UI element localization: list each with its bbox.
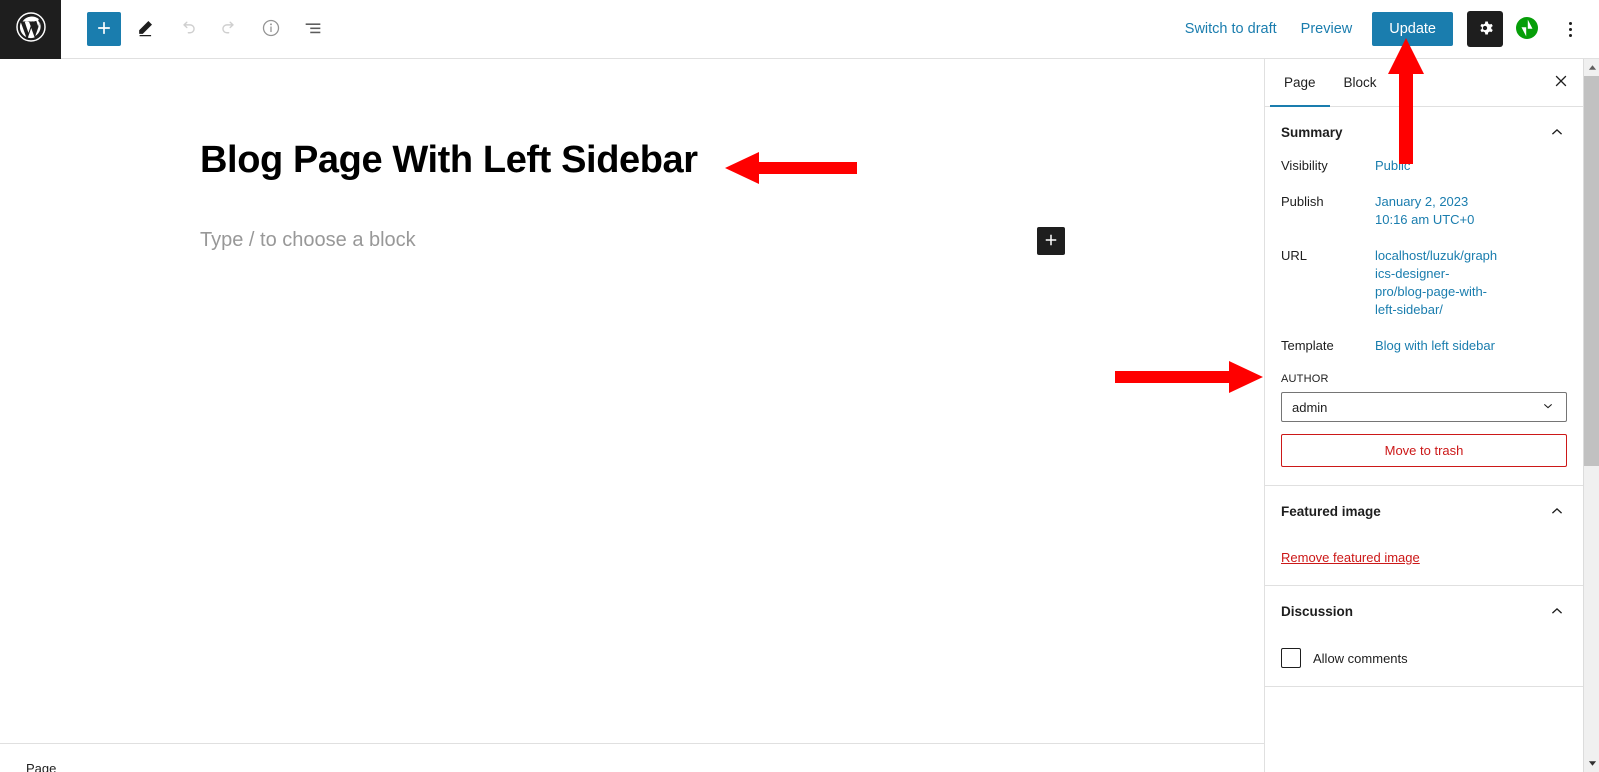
toolbar-left-group — [61, 11, 331, 47]
wordpress-logo-button[interactable] — [0, 0, 61, 59]
block-inserter-button[interactable] — [87, 12, 121, 46]
panel-discussion: Discussion Allow comments — [1265, 586, 1583, 687]
visibility-value[interactable]: Public — [1375, 157, 1410, 175]
chevron-up-icon[interactable] — [1547, 122, 1567, 142]
undo-icon — [177, 17, 198, 41]
scroll-down-arrow-icon[interactable] — [1584, 755, 1599, 772]
tab-block[interactable]: Block — [1330, 59, 1391, 106]
settings-sidebar: Page Block Summary Visibility Public Pub… — [1264, 59, 1583, 772]
plus-icon — [1042, 231, 1060, 252]
kebab-menu-icon — [1568, 21, 1572, 37]
breadcrumb: Page — [0, 743, 1264, 772]
panel-summary-header[interactable]: Summary — [1281, 107, 1567, 157]
page-title[interactable]: Blog Page With Left Sidebar — [200, 139, 698, 182]
toolbar-right-group: Switch to draft Preview Update — [1173, 11, 1599, 47]
panel-summary-title: Summary — [1281, 124, 1343, 140]
close-icon — [1552, 72, 1570, 93]
visibility-label: Visibility — [1281, 158, 1328, 173]
more-options-button[interactable] — [1555, 11, 1585, 47]
tab-page[interactable]: Page — [1270, 59, 1330, 107]
panel-discussion-header[interactable]: Discussion — [1281, 586, 1567, 636]
jetpack-icon — [1515, 16, 1539, 43]
allow-comments-row: Allow comments — [1281, 648, 1567, 668]
scroll-thumb[interactable] — [1584, 76, 1599, 466]
breadcrumb-item-page[interactable]: Page — [26, 762, 56, 772]
publish-value[interactable]: January 2, 2023 10:16 am UTC+0 — [1375, 193, 1500, 229]
jetpack-button[interactable] — [1509, 11, 1545, 47]
sidebar-tablist: Page Block — [1265, 59, 1583, 107]
publish-label: Publish — [1281, 194, 1324, 209]
chevron-down-icon — [1540, 398, 1556, 417]
remove-featured-image-button[interactable]: Remove featured image — [1281, 550, 1420, 565]
gear-icon — [1475, 18, 1495, 41]
author-select[interactable]: admin — [1281, 392, 1567, 422]
allow-comments-label: Allow comments — [1313, 650, 1408, 666]
panel-summary: Summary Visibility Public Publish Januar… — [1265, 107, 1583, 486]
block-placeholder-text[interactable]: Type / to choose a block — [200, 229, 416, 252]
panel-featured-image-header[interactable]: Featured image — [1281, 486, 1567, 536]
summary-row-template: Template Blog with left sidebar — [1281, 337, 1567, 355]
list-view-icon — [302, 17, 324, 42]
wordpress-block-editor: Switch to draft Preview Update Blog Page… — [0, 0, 1599, 772]
summary-row-publish: Publish January 2, 2023 10:16 am UTC+0 — [1281, 193, 1567, 229]
edit-mode-button[interactable] — [127, 11, 163, 47]
plus-icon — [94, 18, 114, 41]
close-sidebar-button[interactable] — [1539, 59, 1583, 106]
chevron-up-icon[interactable] — [1547, 501, 1567, 521]
author-select-value: admin — [1292, 399, 1328, 415]
template-label: Template — [1281, 338, 1334, 353]
editor-canvas[interactable]: Blog Page With Left Sidebar Type / to ch… — [0, 59, 1264, 743]
wordpress-logo-icon — [15, 11, 47, 48]
panel-discussion-title: Discussion — [1281, 603, 1354, 619]
author-label: AUTHOR — [1281, 373, 1329, 385]
template-value[interactable]: Blog with left sidebar — [1375, 337, 1495, 355]
scroll-up-arrow-icon[interactable] — [1584, 59, 1599, 76]
block-appender-button[interactable] — [1037, 227, 1065, 255]
update-button[interactable]: Update — [1372, 12, 1453, 46]
panel-featured-image: Featured image Remove featured image — [1265, 486, 1583, 586]
switch-to-draft-button[interactable]: Switch to draft — [1173, 13, 1289, 45]
allow-comments-checkbox[interactable] — [1281, 648, 1301, 668]
preview-button[interactable]: Preview — [1289, 13, 1365, 45]
list-view-button[interactable] — [295, 11, 331, 47]
undo-button[interactable] — [169, 11, 205, 47]
info-circle-icon — [260, 17, 282, 42]
url-label: URL — [1281, 248, 1308, 263]
details-button[interactable] — [253, 11, 289, 47]
chevron-up-icon[interactable] — [1547, 601, 1567, 621]
pencil-icon — [135, 18, 155, 41]
settings-button[interactable] — [1467, 11, 1503, 47]
panel-featured-image-title: Featured image — [1281, 503, 1381, 519]
editor-top-toolbar: Switch to draft Preview Update — [0, 0, 1599, 59]
url-value[interactable]: localhost/luzuk/graphics-designer-pro/bl… — [1375, 247, 1500, 319]
sidebar-scrollbar[interactable] — [1583, 59, 1599, 772]
redo-icon — [219, 17, 240, 41]
move-to-trash-button[interactable]: Move to trash — [1281, 434, 1567, 467]
summary-row-visibility: Visibility Public — [1281, 157, 1567, 175]
redo-button[interactable] — [211, 11, 247, 47]
summary-row-url: URL localhost/luzuk/graphics-designer-pr… — [1281, 247, 1567, 319]
